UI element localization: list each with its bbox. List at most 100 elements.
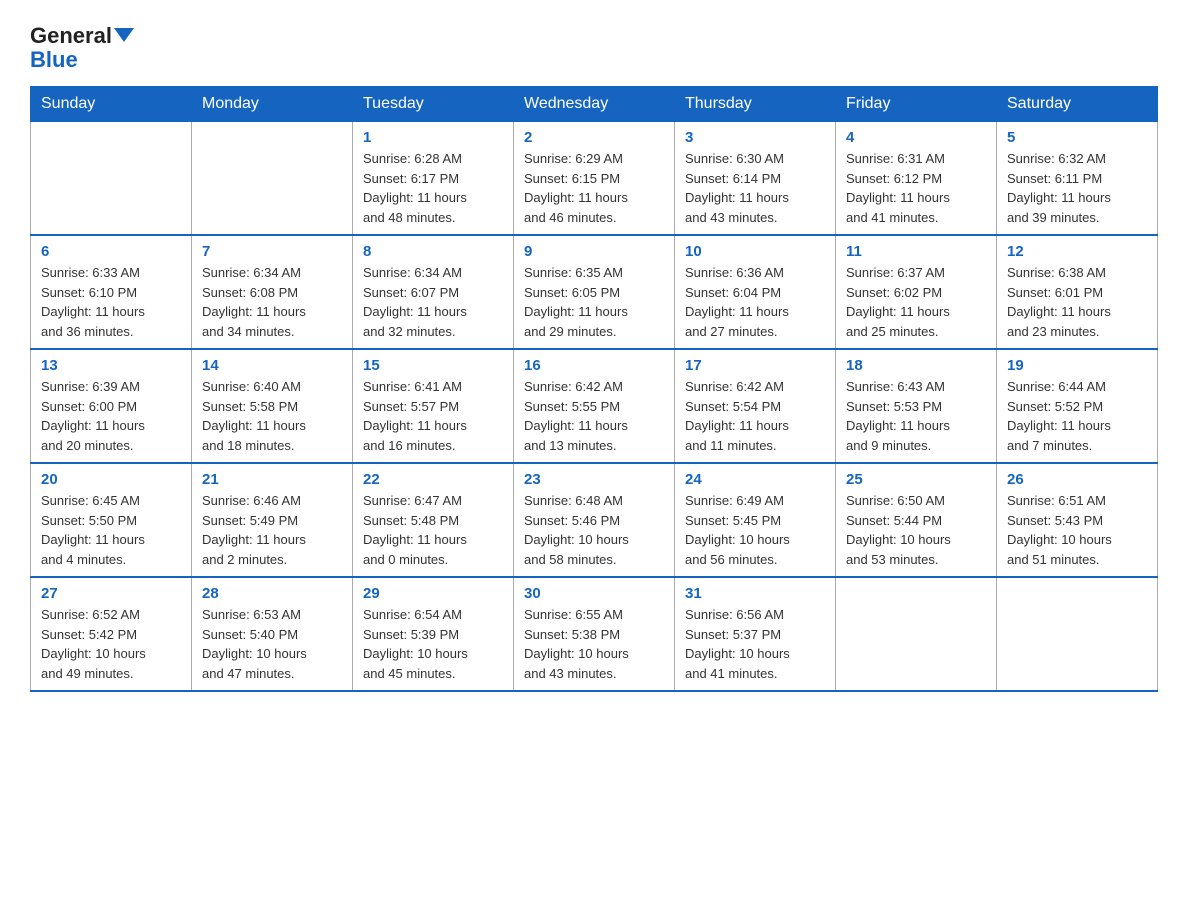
day-number: 12 (1007, 243, 1147, 260)
day-number: 25 (846, 471, 986, 488)
calendar-cell: 11Sunrise: 6:37 AMSunset: 6:02 PMDayligh… (836, 235, 997, 349)
calendar-cell: 18 Sunrise: 6:43 AMSunset: 5:53 PMDayligh… (836, 349, 997, 463)
day-number: 1 (363, 129, 503, 146)
calendar-cell (836, 577, 997, 691)
day-number: 31 (685, 585, 825, 602)
day-number: 9 (524, 243, 664, 260)
day-number: 21 (202, 471, 342, 488)
day-info: Sunrise: 6:49 AMSunset: 5:45 PMDaylight:… (685, 491, 825, 569)
day-number: 23 (524, 471, 664, 488)
calendar-cell: 15 Sunrise: 6:41 AMSunset: 5:57 PMDayligh… (353, 349, 514, 463)
day-info: Sunrise: 6:34 AMSunset: 6:07 PMDaylight:… (363, 263, 503, 341)
calendar-cell: 1 Sunrise: 6:28 AMSunset: 6:17 PMDaylight… (353, 122, 514, 236)
calendar-cell: 25 Sunrise: 6:50 AMSunset: 5:44 PMDayligh… (836, 463, 997, 577)
day-info: Sunrise: 6:48 AMSunset: 5:46 PMDaylight:… (524, 491, 664, 569)
day-number: 14 (202, 357, 342, 374)
calendar-cell: 30 Sunrise: 6:55 AMSunset: 5:38 PMDayligh… (514, 577, 675, 691)
calendar-cell: 14 Sunrise: 6:40 AMSunset: 5:58 PMDayligh… (192, 349, 353, 463)
calendar-cell: 2Sunrise: 6:29 AMSunset: 6:15 PMDaylight… (514, 122, 675, 236)
day-info: Sunrise: 6:56 AMSunset: 5:37 PMDaylight:… (685, 605, 825, 683)
weekday-header-thursday: Thursday (675, 87, 836, 122)
day-number: 17 (685, 357, 825, 374)
day-number: 30 (524, 585, 664, 602)
day-info: Sunrise: 6:50 AMSunset: 5:44 PMDaylight:… (846, 491, 986, 569)
logo-blue-text: Blue (30, 48, 134, 72)
day-info: Sunrise: 6:53 AMSunset: 5:40 PMDaylight:… (202, 605, 342, 683)
calendar-week-row: 20 Sunrise: 6:45 AMSunset: 5:50 PMDayligh… (31, 463, 1158, 577)
calendar-cell (192, 122, 353, 236)
calendar-cell (997, 577, 1158, 691)
calendar-cell: 9Sunrise: 6:35 AMSunset: 6:05 PMDaylight… (514, 235, 675, 349)
calendar-cell: 3 Sunrise: 6:30 AMSunset: 6:14 PMDaylight… (675, 122, 836, 236)
day-info: Sunrise: 6:36 AMSunset: 6:04 PMDaylight:… (685, 263, 825, 341)
day-info: Sunrise: 6:51 AMSunset: 5:43 PMDaylight:… (1007, 491, 1147, 569)
page-header: General Blue (30, 24, 1158, 72)
day-info: Sunrise: 6:55 AMSunset: 5:38 PMDaylight:… (524, 605, 664, 683)
day-number: 5 (1007, 129, 1147, 146)
calendar-week-row: 13 Sunrise: 6:39 AMSunset: 6:00 PMDayligh… (31, 349, 1158, 463)
logo-general-text: General (30, 24, 134, 48)
day-info: Sunrise: 6:41 AMSunset: 5:57 PMDaylight:… (363, 377, 503, 455)
day-info: Sunrise: 6:29 AMSunset: 6:15 PMDaylight:… (524, 149, 664, 227)
day-number: 18 (846, 357, 986, 374)
weekday-header-friday: Friday (836, 87, 997, 122)
day-info: Sunrise: 6:42 AMSunset: 5:55 PMDaylight:… (524, 377, 664, 455)
calendar-cell: 19 Sunrise: 6:44 AMSunset: 5:52 PMDayligh… (997, 349, 1158, 463)
weekday-header-saturday: Saturday (997, 87, 1158, 122)
calendar-cell: 17 Sunrise: 6:42 AMSunset: 5:54 PMDayligh… (675, 349, 836, 463)
day-info: Sunrise: 6:38 AMSunset: 6:01 PMDaylight:… (1007, 263, 1147, 341)
day-number: 13 (41, 357, 181, 374)
day-number: 22 (363, 471, 503, 488)
calendar-table: SundayMondayTuesdayWednesdayThursdayFrid… (30, 86, 1158, 692)
day-info: Sunrise: 6:54 AMSunset: 5:39 PMDaylight:… (363, 605, 503, 683)
day-number: 15 (363, 357, 503, 374)
calendar-week-row: 6 Sunrise: 6:33 AMSunset: 6:10 PMDaylight… (31, 235, 1158, 349)
day-info: Sunrise: 6:40 AMSunset: 5:58 PMDaylight:… (202, 377, 342, 455)
calendar-cell: 21 Sunrise: 6:46 AMSunset: 5:49 PMDayligh… (192, 463, 353, 577)
day-info: Sunrise: 6:28 AMSunset: 6:17 PMDaylight:… (363, 149, 503, 227)
day-info: Sunrise: 6:30 AMSunset: 6:14 PMDaylight:… (685, 149, 825, 227)
day-number: 20 (41, 471, 181, 488)
calendar-cell: 20 Sunrise: 6:45 AMSunset: 5:50 PMDayligh… (31, 463, 192, 577)
logo: General Blue (30, 24, 134, 72)
day-info: Sunrise: 6:34 AMSunset: 6:08 PMDaylight:… (202, 263, 342, 341)
day-number: 4 (846, 129, 986, 146)
weekday-header-tuesday: Tuesday (353, 87, 514, 122)
day-number: 29 (363, 585, 503, 602)
calendar-cell (31, 122, 192, 236)
calendar-cell: 10Sunrise: 6:36 AMSunset: 6:04 PMDayligh… (675, 235, 836, 349)
day-info: Sunrise: 6:39 AMSunset: 6:00 PMDaylight:… (41, 377, 181, 455)
day-number: 24 (685, 471, 825, 488)
weekday-header-row: SundayMondayTuesdayWednesdayThursdayFrid… (31, 87, 1158, 122)
calendar-cell: 29 Sunrise: 6:54 AMSunset: 5:39 PMDayligh… (353, 577, 514, 691)
calendar-cell: 22 Sunrise: 6:47 AMSunset: 5:48 PMDayligh… (353, 463, 514, 577)
day-info: Sunrise: 6:46 AMSunset: 5:49 PMDaylight:… (202, 491, 342, 569)
calendar-cell: 16 Sunrise: 6:42 AMSunset: 5:55 PMDayligh… (514, 349, 675, 463)
calendar-cell: 26 Sunrise: 6:51 AMSunset: 5:43 PMDayligh… (997, 463, 1158, 577)
weekday-header-monday: Monday (192, 87, 353, 122)
calendar-cell: 7Sunrise: 6:34 AMSunset: 6:08 PMDaylight… (192, 235, 353, 349)
weekday-header-sunday: Sunday (31, 87, 192, 122)
day-number: 27 (41, 585, 181, 602)
day-number: 26 (1007, 471, 1147, 488)
day-number: 16 (524, 357, 664, 374)
day-number: 8 (363, 243, 503, 260)
calendar-cell: 31 Sunrise: 6:56 AMSunset: 5:37 PMDayligh… (675, 577, 836, 691)
day-number: 6 (41, 243, 181, 260)
day-info: Sunrise: 6:31 AMSunset: 6:12 PMDaylight:… (846, 149, 986, 227)
logo-triangle-icon (114, 28, 134, 42)
day-info: Sunrise: 6:47 AMSunset: 5:48 PMDaylight:… (363, 491, 503, 569)
day-info: Sunrise: 6:32 AMSunset: 6:11 PMDaylight:… (1007, 149, 1147, 227)
day-info: Sunrise: 6:42 AMSunset: 5:54 PMDaylight:… (685, 377, 825, 455)
calendar-cell: 4 Sunrise: 6:31 AMSunset: 6:12 PMDaylight… (836, 122, 997, 236)
calendar-week-row: 27Sunrise: 6:52 AMSunset: 5:42 PMDayligh… (31, 577, 1158, 691)
day-info: Sunrise: 6:33 AMSunset: 6:10 PMDaylight:… (41, 263, 181, 341)
day-info: Sunrise: 6:45 AMSunset: 5:50 PMDaylight:… (41, 491, 181, 569)
day-info: Sunrise: 6:43 AMSunset: 5:53 PMDaylight:… (846, 377, 986, 455)
calendar-cell: 27Sunrise: 6:52 AMSunset: 5:42 PMDayligh… (31, 577, 192, 691)
calendar-cell: 12 Sunrise: 6:38 AMSunset: 6:01 PMDayligh… (997, 235, 1158, 349)
day-number: 3 (685, 129, 825, 146)
day-info: Sunrise: 6:44 AMSunset: 5:52 PMDaylight:… (1007, 377, 1147, 455)
day-number: 19 (1007, 357, 1147, 374)
calendar-cell: 5 Sunrise: 6:32 AMSunset: 6:11 PMDaylight… (997, 122, 1158, 236)
